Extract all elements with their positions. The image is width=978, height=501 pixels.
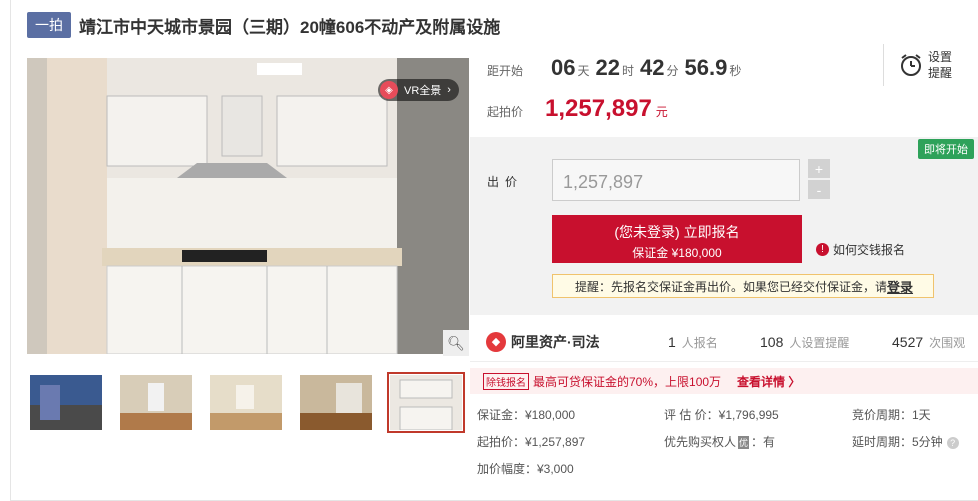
register-deposit-label: 保证金 ¥180,000: [632, 246, 722, 260]
bid-stepper: + -: [808, 159, 832, 201]
thumbnail[interactable]: [300, 375, 372, 430]
start-price-info: 起拍价：¥1,257,897: [477, 435, 586, 449]
view-stat-label: 次围观: [929, 336, 966, 350]
vr-label: VR全景: [404, 85, 442, 97]
thumbnail[interactable]: [120, 375, 192, 430]
appraisal-info: 评 估 价：¥1,796,995: [664, 408, 779, 422]
page-header: 一拍 靖江市中天城市景园（三期）20幢606不动产及附属设施: [27, 12, 500, 38]
view-count: 4527: [892, 334, 924, 350]
start-price-label: 起拍价: [487, 105, 524, 119]
help-icon[interactable]: ?: [946, 437, 959, 449]
loan-text: 最高可贷保证金的70%，上限100万: [533, 374, 722, 389]
countdown-hours: 22: [595, 55, 620, 80]
increase-button[interactable]: +: [808, 159, 830, 178]
main-photo[interactable]: [27, 58, 469, 354]
bid-cycle-info: 竞价周期：1天: [852, 408, 931, 422]
reminder-stat-label: 人设置提醒: [789, 336, 850, 350]
signup-stat-label: 人报名: [681, 336, 718, 350]
kitchen-photo: [27, 58, 469, 354]
status-badge: 即将开始: [918, 139, 974, 159]
increment-info: 加价幅度：¥3,000: [477, 462, 574, 476]
priority-badge: 优: [738, 436, 750, 449]
priority-info: 优先购买权人优：有: [664, 433, 775, 450]
brand-label: 阿里资产·司法: [511, 333, 600, 350]
stats-bar: ◆ 阿里资产·司法 1 人报名 108 人设置提醒 4527 次围观: [470, 322, 978, 362]
reminder-label: 设置 提醒: [928, 49, 952, 81]
reminder-line2: 提醒: [928, 66, 953, 80]
deposit-info: 保证金：¥180,000: [477, 408, 576, 422]
countdown-days: 06: [551, 55, 576, 80]
info-icon: !: [816, 243, 829, 256]
ali-logo-icon: ◆: [486, 331, 506, 352]
countdown: 距开始 06 天 22 时 42 分 56.9 秒: [487, 55, 741, 81]
decrease-button[interactable]: -: [808, 180, 830, 199]
loan-details-link[interactable]: 查看详情 〉: [737, 373, 800, 390]
view-stat: 4527 次围观: [892, 334, 965, 351]
chevron-right-icon: ›: [447, 84, 451, 96]
set-reminder-button[interactable]: 设置 提醒: [883, 44, 978, 86]
thumbnail[interactable]: [30, 375, 102, 430]
alarm-clock-icon: [901, 54, 921, 76]
auction-round-tag: 一拍: [27, 12, 71, 38]
bid-panel: 即将开始 出价 1,257,897 + - (您未登录) 立即报名 保证金 ¥1…: [470, 137, 978, 315]
login-link[interactable]: 登录: [887, 277, 913, 296]
priority-value: ：有: [751, 435, 776, 449]
thumbnail-strip: [27, 372, 469, 433]
delay-cycle-label: 延时周期：5分钟: [852, 435, 943, 449]
page-title: 靖江市中天城市景园（三期）20幢606不动产及附属设施: [79, 17, 501, 37]
how-to-pay-link[interactable]: ! 如何交钱报名: [816, 241, 905, 258]
countdown-days-unit: 天: [577, 64, 590, 78]
vr-icon: ◈: [380, 81, 398, 99]
how-to-pay-label: 如何交钱报名: [833, 243, 906, 257]
vr-button[interactable]: ◈ VR全景 ›: [378, 79, 459, 101]
start-price-unit: 元: [655, 105, 668, 119]
reminder-line1: 设置: [928, 50, 953, 64]
delay-cycle-info: 延时周期：5分钟?: [852, 433, 959, 450]
loan-banner: 除钱报名 最高可贷保证金的70%，上限100万 查看详情 〉: [470, 368, 978, 394]
register-button-label: (您未登录) 立即报名: [614, 224, 740, 240]
countdown-label: 距开始: [487, 64, 524, 78]
signup-stat: 1 人报名: [668, 334, 718, 351]
bid-input[interactable]: 1,257,897: [552, 159, 800, 201]
tip-text: 提醒：先报名交保证金再出价。如果您已经交付保证金，请: [575, 279, 888, 294]
countdown-seconds-unit: 秒: [729, 64, 742, 78]
signup-count: 1: [668, 334, 676, 350]
countdown-minutes: 42: [640, 55, 665, 80]
reminder-stat: 108 人设置提醒: [760, 334, 849, 351]
thumbnail-active[interactable]: [387, 372, 465, 433]
countdown-minutes-unit: 分: [666, 64, 679, 78]
login-tip: 提醒：先报名交保证金再出价。如果您已经交付保证金，请 登录: [552, 274, 934, 298]
priority-label: 优先购买权人: [664, 435, 737, 449]
reminder-count: 108: [760, 334, 784, 350]
register-button[interactable]: (您未登录) 立即报名 保证金 ¥180,000: [552, 215, 802, 263]
start-price-value: 1,257,897: [545, 95, 652, 122]
start-price: 起拍价 1,257,897 元: [487, 95, 668, 123]
countdown-hours-unit: 时: [622, 64, 635, 78]
loan-badge: 除钱报名: [483, 372, 529, 390]
thumbnail[interactable]: [210, 375, 282, 430]
zoom-icon[interactable]: 🔍︎: [443, 330, 469, 356]
countdown-seconds: 56.9: [684, 55, 728, 80]
bid-label: 出价: [487, 175, 524, 189]
brand: ◆ 阿里资产·司法: [486, 331, 600, 352]
